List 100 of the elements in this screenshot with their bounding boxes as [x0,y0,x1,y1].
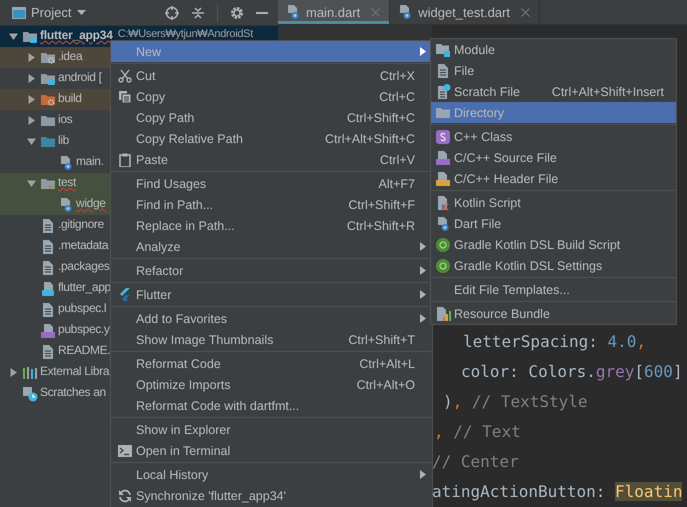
close-icon[interactable] [520,8,530,16]
tree-item-label[interactable]: Scratches an [40,384,106,403]
gradle-icon [435,236,451,252]
tree-item-label[interactable]: ios [58,111,72,130]
expand-arrow-icon[interactable] [27,116,36,125]
menu-item[interactable]: Show Image Thumbnails Ctrl+Shift+T [111,329,432,350]
menu-item[interactable]: Show in Explorer [111,419,432,440]
scratch-icon [22,386,38,402]
menu-item[interactable]: Copy Path Ctrl+Shift+C [111,107,432,128]
menu-item[interactable]: Cut Ctrl+X [111,65,432,86]
menu-item[interactable]: Scratch File Ctrl+Alt+Shift+Insert [431,81,676,102]
editor-tab[interactable]: main.dart [278,0,390,24]
caret-icon[interactable] [77,10,86,16]
copy-icon [118,90,132,104]
dart-file-icon [285,4,301,20]
shortcut-label: Ctrl+C [379,90,416,104]
menu-item[interactable]: File [431,60,676,81]
kotlin-file-icon [435,194,451,210]
shortcut-label: Ctrl+Alt+Shift+Insert [552,84,665,98]
menu-item[interactable]: Flutter [111,284,432,305]
menu-item[interactable]: Add to Favorites [111,308,432,329]
menu-item[interactable]: Find in Path... Ctrl+Shift+F [111,194,432,215]
expand-arrow-icon[interactable] [9,32,18,41]
file-icon [40,238,56,254]
menu-item[interactable]: Open in Terminal [111,440,432,461]
menu-item[interactable]: Reformat Code Ctrl+Alt+L [111,353,432,374]
expand-arrow-icon[interactable] [9,368,18,377]
source-file-icon [435,150,451,166]
shortcut-label: Alt+F7 [378,176,416,190]
menu-item[interactable]: Local History [111,464,432,485]
tree-item-label[interactable]: .packages [58,258,110,277]
shortcut-label: Ctrl+X [380,68,416,82]
panel-title[interactable]: Project [31,5,72,20]
menu-item[interactable]: Reformat Code with dartfmt... [111,395,432,416]
shortcut-label: Ctrl+Shift+F [348,198,416,212]
scratch-file-icon [435,84,451,100]
expand-arrow-icon[interactable] [27,95,36,104]
tree-item-label[interactable]: .metadata [58,237,108,256]
tree-item-label[interactable]: main. [76,153,104,172]
yaml-file-icon [40,322,56,338]
gradle-icon [435,258,451,274]
expand-arrow-icon[interactable] [27,137,36,146]
expand-arrow-icon[interactable] [27,179,36,188]
window-icon [12,6,26,18]
tree-item-label[interactable]: widge [76,195,106,214]
file-icon [40,218,56,234]
tree-item-label[interactable]: android [ [58,69,102,88]
project-path: C:₩Users₩ytjun₩AndroidSt [118,28,253,40]
sync-icon [118,488,132,502]
file-icon [40,344,56,360]
menu-item[interactable]: Resource Bundle [431,303,676,324]
shortcut-label: Ctrl+V [380,152,416,166]
menu-item[interactable]: Refactor [111,260,432,281]
collapse-icon[interactable] [191,6,205,20]
file-icon [435,62,451,78]
tree-item-label[interactable]: lib [58,132,69,151]
menu-item[interactable]: Copy Relative Path Ctrl+Alt+Shift+C [111,128,432,149]
menu-item[interactable]: C/C++ Header File [431,168,676,189]
menu-item[interactable]: Edit File Templates... [431,279,676,300]
editor-tab[interactable]: widget_test.dart [390,0,540,24]
tree-item-label[interactable]: .gitignore [58,216,104,235]
shortcut-label: Ctrl+Shift+R [346,218,416,232]
shortcut-label: Ctrl+Alt+L [359,356,416,370]
menu-item[interactable]: Kotlin Script [431,192,676,213]
menu-item[interactable]: Gradle Kotlin DSL Settings [431,255,676,276]
menu-item[interactable]: Dart File [431,213,676,234]
dart-file-icon [397,4,414,20]
tree-item-label[interactable]: pubspec.l [58,300,106,319]
crosshair-icon[interactable] [165,6,179,20]
menu-item[interactable]: Copy Ctrl+C [111,86,432,107]
shortcut-label: Ctrl+Alt+Shift+C [325,132,416,146]
code-line: , // Text [433,421,522,443]
settings-icon[interactable] [230,6,244,20]
menu-item[interactable]: Gradle Kotlin DSL Build Script [431,234,676,255]
tree-item-label[interactable]: flutter_app34 [40,27,113,46]
tree-item-label[interactable]: test [58,174,76,193]
header-file-icon [435,170,451,186]
tree-item-label[interactable]: pubspec.y [58,321,110,340]
code-line: color: Colors.grey[600] [460,361,683,383]
tree-item-label[interactable]: README. [58,342,110,361]
menu-item[interactable]: C++ Class [431,126,676,147]
menu-item[interactable]: Paste Ctrl+V [111,149,432,170]
clipboard-icon [118,152,132,166]
expand-arrow-icon[interactable] [27,53,36,62]
dart-file-icon [58,196,74,212]
tree-item-label[interactable]: External Libra [40,363,110,382]
shortcut-label: Ctrl+Shift+T [348,332,416,346]
terminal-icon [118,444,132,458]
menu-item[interactable]: Module [431,39,676,60]
tree-item-label[interactable]: flutter_app [58,279,111,298]
expand-arrow-icon[interactable] [27,74,36,83]
menu-item[interactable]: Synchronize 'flutter_app34' [111,485,432,506]
menu-item[interactable]: Optimize Imports Ctrl+Alt+O [111,374,432,395]
menu-item[interactable]: Replace in Path... Ctrl+Shift+R [111,215,432,236]
menu-item[interactable]: C/C++ Source File [431,147,676,168]
tree-item-label[interactable]: build [58,90,82,109]
menu-item[interactable]: Find Usages Alt+F7 [111,173,432,194]
file-icon [40,260,56,276]
tree-item-label[interactable]: .idea [58,48,82,67]
menu-item[interactable]: Analyze [111,236,432,257]
